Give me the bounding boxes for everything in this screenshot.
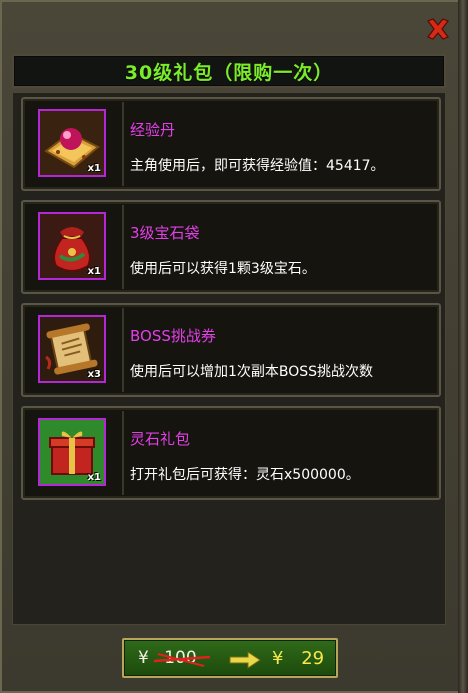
- original-price-value: 100: [164, 648, 197, 668]
- close-icon: [427, 18, 449, 40]
- original-price: ¥ 100: [138, 648, 197, 668]
- item-quantity: x3: [87, 369, 101, 380]
- icon-cell: x3: [26, 308, 124, 392]
- item-name: 3级宝石袋: [130, 224, 200, 242]
- frame-edge: [458, 0, 468, 693]
- icon-cell: x1: [26, 411, 124, 495]
- item-description: 使用后可以获得1颗3级宝石。: [130, 261, 316, 277]
- item-list: x1 经验丹 主角使用后，即可获得经验值：45417。 x1 3级宝石袋 使用后…: [12, 92, 446, 625]
- item-description: 使用后可以增加1次副本BOSS挑战次数: [130, 364, 374, 380]
- icon-cell: x1: [26, 205, 124, 289]
- item-description: 打开礼包后可获得：灵石x500000。: [130, 467, 360, 483]
- item-quantity: x1: [87, 163, 101, 174]
- item-name: 灵石礼包: [130, 430, 191, 448]
- close-button[interactable]: [425, 16, 451, 42]
- item-name: BOSS挑战券: [130, 327, 216, 345]
- item-description: 主角使用后，即可获得经验值：45417。: [130, 158, 385, 174]
- icon-cell: x1: [26, 102, 124, 186]
- title-bar: 30级礼包（限购一次）: [12, 54, 446, 88]
- item-slot[interactable]: x1: [38, 109, 106, 177]
- buy-button[interactable]: ¥ 100 ¥ 29: [122, 638, 338, 678]
- currency-symbol: ¥: [138, 648, 149, 668]
- item-slot[interactable]: x3: [38, 315, 106, 383]
- item-name: 经验丹: [130, 121, 176, 139]
- list-item: x1 3级宝石袋 使用后可以获得1颗3级宝石。: [21, 200, 441, 294]
- item-slot[interactable]: x1: [38, 212, 106, 280]
- arrow-right-icon: [229, 651, 261, 669]
- item-slot[interactable]: x1: [38, 418, 106, 486]
- dialog-title: 30级礼包（限购一次）: [124, 61, 334, 84]
- list-item: x1 灵石礼包 打开礼包后可获得：灵石x500000。: [21, 406, 441, 500]
- current-price: ¥ 29: [272, 648, 324, 669]
- item-quantity: x1: [87, 266, 101, 277]
- currency-symbol: ¥: [272, 648, 284, 669]
- list-item: x3 BOSS挑战券 使用后可以增加1次副本BOSS挑战次数: [21, 303, 441, 397]
- item-quantity: x1: [87, 472, 101, 483]
- current-price-value: 29: [301, 648, 325, 669]
- list-item: x1 经验丹 主角使用后，即可获得经验值：45417。: [21, 97, 441, 191]
